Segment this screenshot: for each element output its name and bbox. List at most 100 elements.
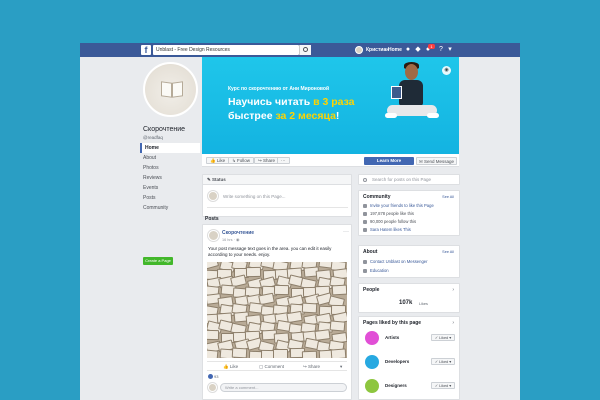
nav-item-posts[interactable]: Posts (140, 193, 200, 203)
post-timestamp[interactable]: 16 hrs · ◉ (222, 237, 239, 242)
book-page-shape (330, 348, 347, 358)
cover-subtitle: Курс по скорочтению от Ани Мироновой (228, 86, 330, 92)
about-card: About See All Contact Unblast on Messeng… (358, 245, 460, 278)
page-title[interactable]: Скорочтение (143, 126, 185, 133)
share-icon: ↪ (258, 158, 262, 163)
invite-friends-link[interactable]: Invite your friends to like this Page (363, 203, 434, 208)
likes-count-row: 197,878 people like this (363, 211, 414, 216)
search-icon (303, 47, 308, 52)
reaction-count[interactable]: 93 (208, 374, 218, 380)
status-tab[interactable]: ✎ Status (203, 175, 351, 185)
cover-person-illustration (385, 60, 441, 150)
camera-icon[interactable]: ◉ (442, 66, 451, 75)
liked-page-item[interactable]: Artists ✓ Liked ▾ (365, 331, 457, 349)
profile-picture[interactable] (143, 62, 198, 117)
liked-button[interactable]: ✓ Liked ▾ (431, 358, 455, 365)
page-action-bar: 👍 Like ↳ Follow ↪ Share ··· Learn More ✉… (202, 154, 459, 167)
liked-button[interactable]: ✓ Liked ▾ (431, 334, 455, 341)
status-composer: ✎ Status Write something on this Page... (202, 174, 352, 217)
people-title: People (363, 287, 380, 293)
cover-photo[interactable]: Курс по скорочтению от Ани Мироновой Нау… (202, 57, 459, 154)
create-page-button[interactable]: Create a Page (143, 257, 173, 265)
chevron-down-icon[interactable]: ▾ (340, 363, 342, 371)
people-card: People › 107k Likes (358, 283, 460, 313)
cover-headline-line2: быстрее за 2 месяца! (228, 110, 340, 122)
liked-page-avatar[interactable] (365, 331, 379, 345)
search-input[interactable]: Unblast - Free Design Resources (153, 45, 299, 55)
liked-page-avatar[interactable] (365, 379, 379, 393)
liked-page-item[interactable]: Designers ✓ Liked ▾ (365, 379, 457, 397)
category-icon (363, 268, 367, 273)
top-navbar: f Unblast - Free Design Resources Кристи… (80, 43, 520, 57)
nav-item-reviews[interactable]: Reviews (140, 173, 200, 183)
user-avatar[interactable] (355, 46, 363, 54)
category-link[interactable]: Education (363, 268, 389, 273)
book-page-shape (273, 284, 290, 296)
community-see-all-link[interactable]: See All (442, 195, 454, 199)
pages-liked-title: Pages liked by this page (363, 320, 422, 326)
post-options-icon[interactable]: ··· (343, 229, 349, 235)
follows-count-row: 90,000 people follow this (363, 219, 416, 224)
chevron-right-icon[interactable]: › (452, 320, 454, 326)
liked-page-name[interactable]: Designers (385, 383, 407, 388)
like-page-button[interactable]: 👍 Like (206, 157, 230, 164)
more-options-button[interactable]: ··· (277, 157, 290, 164)
messenger-contact-link[interactable]: Contact Unblast on Messenger (363, 259, 428, 264)
post-comment-button[interactable]: ▢ Comment (259, 363, 284, 371)
post-image[interactable] (207, 262, 347, 358)
pages-liked-card: Pages liked by this page › Artists ✓ Lik… (358, 316, 460, 400)
chevron-right-icon[interactable]: › (452, 287, 454, 293)
book-page-shape (245, 266, 262, 278)
post-actions-bar: 👍 Like ▢ Comment ↪ Share ▾ (207, 361, 347, 371)
liked-page-avatar[interactable] (365, 355, 379, 369)
comment-input[interactable]: Write a comment... (220, 383, 347, 392)
post-like-button[interactable]: 👍 Like (223, 363, 238, 371)
share-page-button[interactable]: ↪ Share (254, 157, 280, 164)
friends-icon[interactable]: ● (404, 46, 412, 54)
book-page-shape (207, 349, 219, 358)
post-share-button[interactable]: ↪ Share (303, 363, 320, 371)
liked-button[interactable]: ✓ Liked ▾ (431, 382, 455, 389)
globe-icon: ◉ (235, 238, 240, 242)
status-input[interactable]: Write something on this Page... (223, 194, 285, 199)
liked-page-item[interactable]: Developers ✓ Liked ▾ (365, 355, 457, 373)
search-button[interactable] (299, 45, 311, 55)
account-menu-icon[interactable]: ▾ (446, 46, 454, 54)
user-name-link[interactable]: Кристиан (366, 45, 389, 55)
nav-item-events[interactable]: Events (140, 183, 200, 193)
book-page-shape (301, 350, 318, 358)
people-like-count: 107k (399, 300, 413, 306)
messenger-icon[interactable]: ◆ (414, 46, 422, 54)
home-link[interactable]: Home (388, 45, 402, 55)
invite-icon (363, 203, 367, 208)
people-like-label: Likes (419, 302, 428, 306)
friend-likes-row[interactable]: Sara Hatem likes This (363, 227, 411, 232)
book-page-shape (231, 347, 248, 358)
help-icon[interactable]: ? (437, 46, 445, 54)
liked-page-name[interactable]: Artists (385, 335, 399, 340)
status-footer (207, 207, 348, 214)
nav-item-community[interactable]: Community (140, 203, 200, 213)
learn-more-button[interactable]: Learn More (364, 157, 414, 165)
follow-button[interactable]: ↳ Follow (228, 157, 255, 164)
nav-item-about[interactable]: About (140, 153, 200, 163)
left-nav: Home About Photos Reviews Events Posts C… (140, 143, 200, 213)
pencil-icon: ✎ (207, 177, 211, 182)
search-icon (363, 178, 367, 182)
send-message-button[interactable]: ✉ Send Message (416, 157, 457, 165)
avatar[interactable] (208, 230, 219, 241)
about-see-all-link[interactable]: See All (442, 250, 454, 254)
nav-item-home[interactable]: Home (140, 143, 200, 153)
liked-page-name[interactable]: Developers (385, 359, 409, 364)
nav-item-photos[interactable]: Photos (140, 163, 200, 173)
follow-icon: ↳ (232, 158, 236, 163)
post-author[interactable]: Скорочтение (222, 230, 254, 236)
page-search-input[interactable]: Search for posts on this Page (358, 174, 460, 185)
browser-window: f Unblast - Free Design Resources Кристи… (80, 43, 520, 400)
post-body: Your post message text goes in the area.… (208, 246, 332, 257)
community-card: Community See All Invite your friends to… (358, 190, 460, 236)
facebook-logo-icon[interactable]: f (141, 45, 151, 55)
comment-icon: ▢ (259, 364, 264, 369)
thumbs-up-icon: 👍 (210, 158, 216, 163)
book-page-shape (301, 302, 318, 314)
